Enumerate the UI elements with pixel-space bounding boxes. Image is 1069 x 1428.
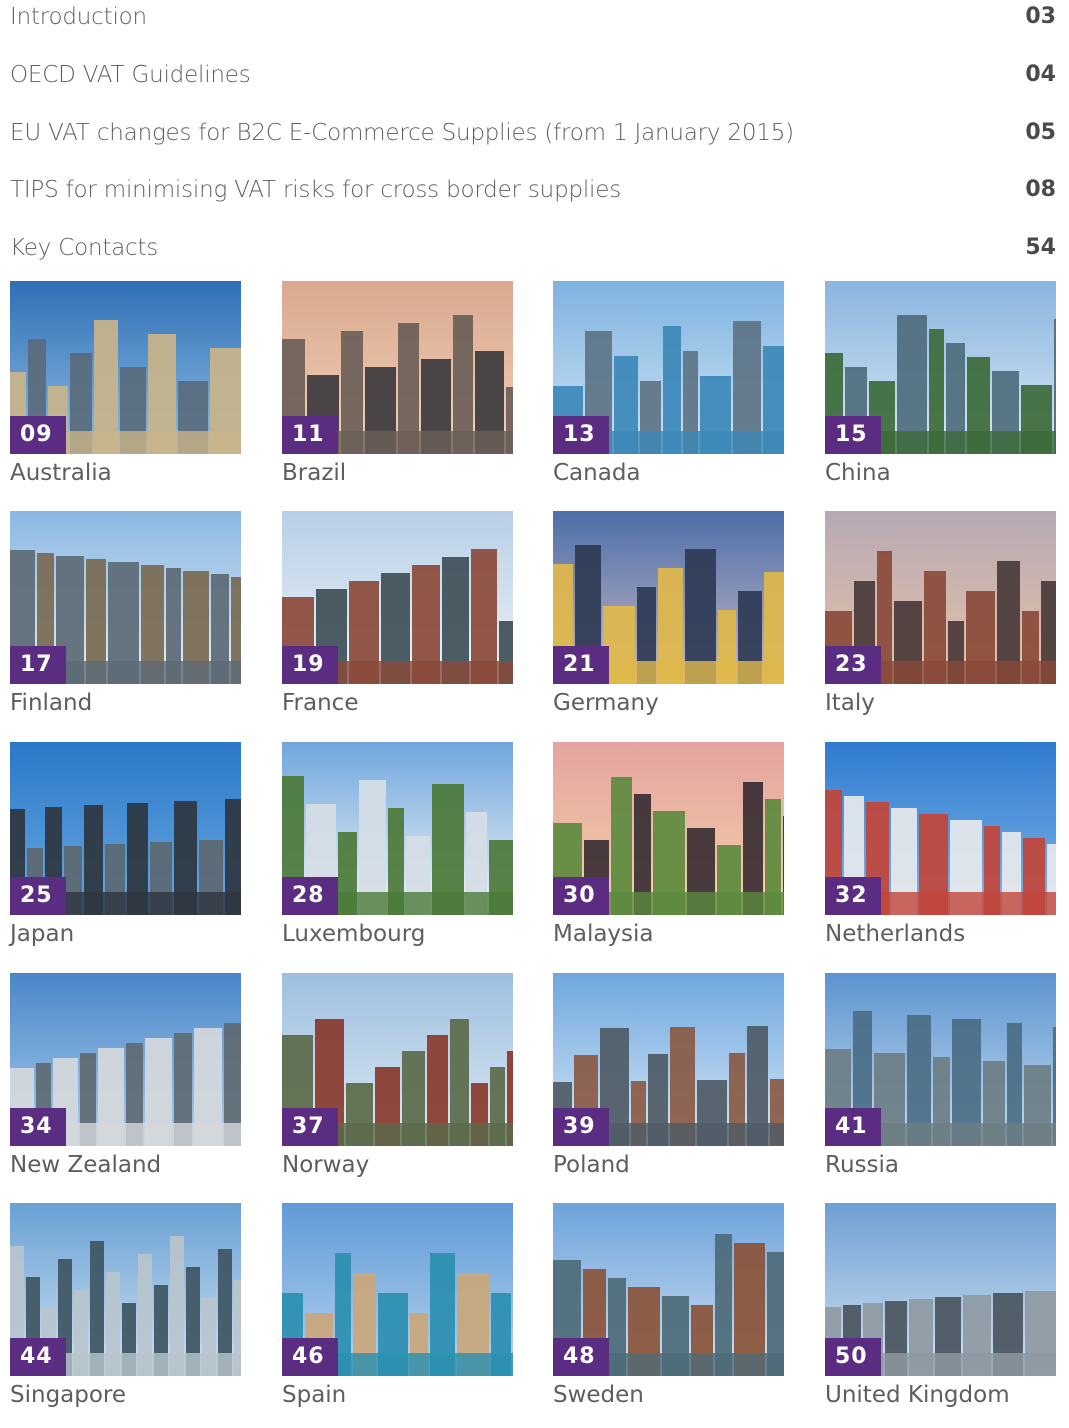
page-number-badge: 46	[282, 1338, 338, 1376]
country-card-finland[interactable]: 17 Finland	[10, 511, 241, 736]
toc-row-eu-vat-changes[interactable]: EU VAT changes for B2C E-Commerce Suppli…	[10, 116, 1056, 156]
country-name: Germany	[553, 690, 659, 716]
country-card-japan[interactable]: 25 Japan	[10, 742, 241, 967]
city-skyline-image: 25	[10, 742, 241, 915]
page-number-badge: 30	[553, 877, 609, 915]
city-skyline-image: 11	[282, 281, 513, 454]
page-number-badge: 13	[553, 416, 609, 454]
toc-row-key-contacts[interactable]: Key Contacts 54	[10, 231, 1056, 271]
country-card-new-zealand[interactable]: 34 New Zealand	[10, 973, 241, 1198]
country-card-poland[interactable]: 39 Poland	[553, 973, 784, 1198]
city-skyline-image: 17	[10, 511, 241, 684]
country-name: United Kingdom	[825, 1382, 1010, 1408]
toc-title: Key Contacts	[10, 235, 159, 261]
country-card-spain[interactable]: 46 Spain	[282, 1203, 513, 1428]
country-name: Russia	[825, 1152, 899, 1178]
toc-row-tips[interactable]: TIPS for minimising VAT risks for cross …	[10, 173, 1056, 213]
city-skyline-image: 21	[553, 511, 784, 684]
country-card-australia[interactable]: 09 Australia	[10, 281, 241, 506]
page-number-badge: 34	[10, 1108, 66, 1146]
page-number-badge: 37	[282, 1108, 338, 1146]
page-number-badge: 32	[825, 877, 881, 915]
city-skyline-image: 50	[825, 1203, 1056, 1376]
country-name: China	[825, 460, 891, 486]
country-card-luxembourg[interactable]: 28 Luxembourg	[282, 742, 513, 967]
toc-title: Introduction	[10, 4, 147, 30]
country-name: Spain	[282, 1382, 347, 1408]
country-name: Australia	[10, 460, 112, 486]
country-card-china[interactable]: 15 China	[825, 281, 1056, 506]
country-card-russia[interactable]: 41 Russia	[825, 973, 1056, 1198]
country-name: Poland	[553, 1152, 630, 1178]
toc-page-number: 04	[1025, 62, 1056, 87]
city-skyline-image: 37	[282, 973, 513, 1146]
country-card-singapore[interactable]: 44 Singapore	[10, 1203, 241, 1428]
country-card-france[interactable]: 19 France	[282, 511, 513, 736]
country-name: Malaysia	[553, 921, 654, 947]
city-skyline-image: 23	[825, 511, 1056, 684]
toc-row-oecd-guidelines[interactable]: OECD VAT Guidelines 04	[10, 58, 1056, 98]
toc-title: OECD VAT Guidelines	[10, 62, 251, 88]
country-name: Finland	[10, 690, 93, 716]
country-name: Japan	[10, 921, 75, 947]
city-skyline-image: 28	[282, 742, 513, 915]
country-name: Canada	[553, 460, 641, 486]
country-name: Brazil	[282, 460, 347, 486]
city-skyline-image: 34	[10, 973, 241, 1146]
city-skyline-image: 48	[553, 1203, 784, 1376]
toc-page-number: 08	[1025, 177, 1056, 202]
city-skyline-image: 46	[282, 1203, 513, 1376]
page-number-badge: 23	[825, 646, 881, 684]
toc-title: TIPS for minimising VAT risks for cross …	[10, 177, 621, 203]
country-card-united-kingdom[interactable]: 50 United Kingdom	[825, 1203, 1056, 1428]
page-number-badge: 41	[825, 1108, 881, 1146]
country-name: Italy	[825, 690, 875, 716]
country-card-brazil[interactable]: 11 Brazil	[282, 281, 513, 506]
country-card-norway[interactable]: 37 Norway	[282, 973, 513, 1198]
country-name: New Zealand	[10, 1152, 162, 1178]
country-name: Netherlands	[825, 921, 966, 947]
country-grid: 09 Australia 11 Brazil 13 Canada 15 China 17…	[10, 281, 1056, 1408]
toc-page-number: 54	[1025, 235, 1056, 260]
country-card-germany[interactable]: 21 Germany	[553, 511, 784, 736]
page-number-badge: 11	[282, 416, 338, 454]
city-skyline-image: 44	[10, 1203, 241, 1376]
country-name: Luxembourg	[282, 921, 426, 947]
page-number-badge: 19	[282, 646, 338, 684]
toc-page-number: 05	[1025, 120, 1056, 145]
city-skyline-image: 19	[282, 511, 513, 684]
country-name: Sweden	[553, 1382, 644, 1408]
country-card-italy[interactable]: 23 Italy	[825, 511, 1056, 736]
country-name: France	[282, 690, 359, 716]
city-skyline-image: 13	[553, 281, 784, 454]
country-card-canada[interactable]: 13 Canada	[553, 281, 784, 506]
country-card-sweden[interactable]: 48 Sweden	[553, 1203, 784, 1428]
page-number-badge: 48	[553, 1338, 609, 1376]
toc-row-introduction[interactable]: Introduction 03	[10, 0, 1056, 40]
page-number-badge: 28	[282, 877, 338, 915]
city-skyline-image: 30	[553, 742, 784, 915]
page-number-badge: 17	[10, 646, 66, 684]
toc-title: EU VAT changes for B2C E-Commerce Suppli…	[10, 120, 794, 146]
page-number-badge: 50	[825, 1338, 881, 1376]
page-number-badge: 25	[10, 877, 66, 915]
city-skyline-image: 32	[825, 742, 1056, 915]
page-number-badge: 39	[553, 1108, 609, 1146]
country-card-malaysia[interactable]: 30 Malaysia	[553, 742, 784, 967]
page-number-badge: 09	[10, 416, 66, 454]
city-skyline-image: 39	[553, 973, 784, 1146]
country-name: Norway	[282, 1152, 370, 1178]
page-number-badge: 21	[553, 646, 609, 684]
city-skyline-image: 15	[825, 281, 1056, 454]
toc-page-number: 03	[1025, 4, 1056, 29]
city-skyline-image: 41	[825, 973, 1056, 1146]
page-number-badge: 15	[825, 416, 881, 454]
country-name: Singapore	[10, 1382, 127, 1408]
city-skyline-image: 09	[10, 281, 241, 454]
country-card-netherlands[interactable]: 32 Netherlands	[825, 742, 1056, 967]
page-number-badge: 44	[10, 1338, 66, 1376]
